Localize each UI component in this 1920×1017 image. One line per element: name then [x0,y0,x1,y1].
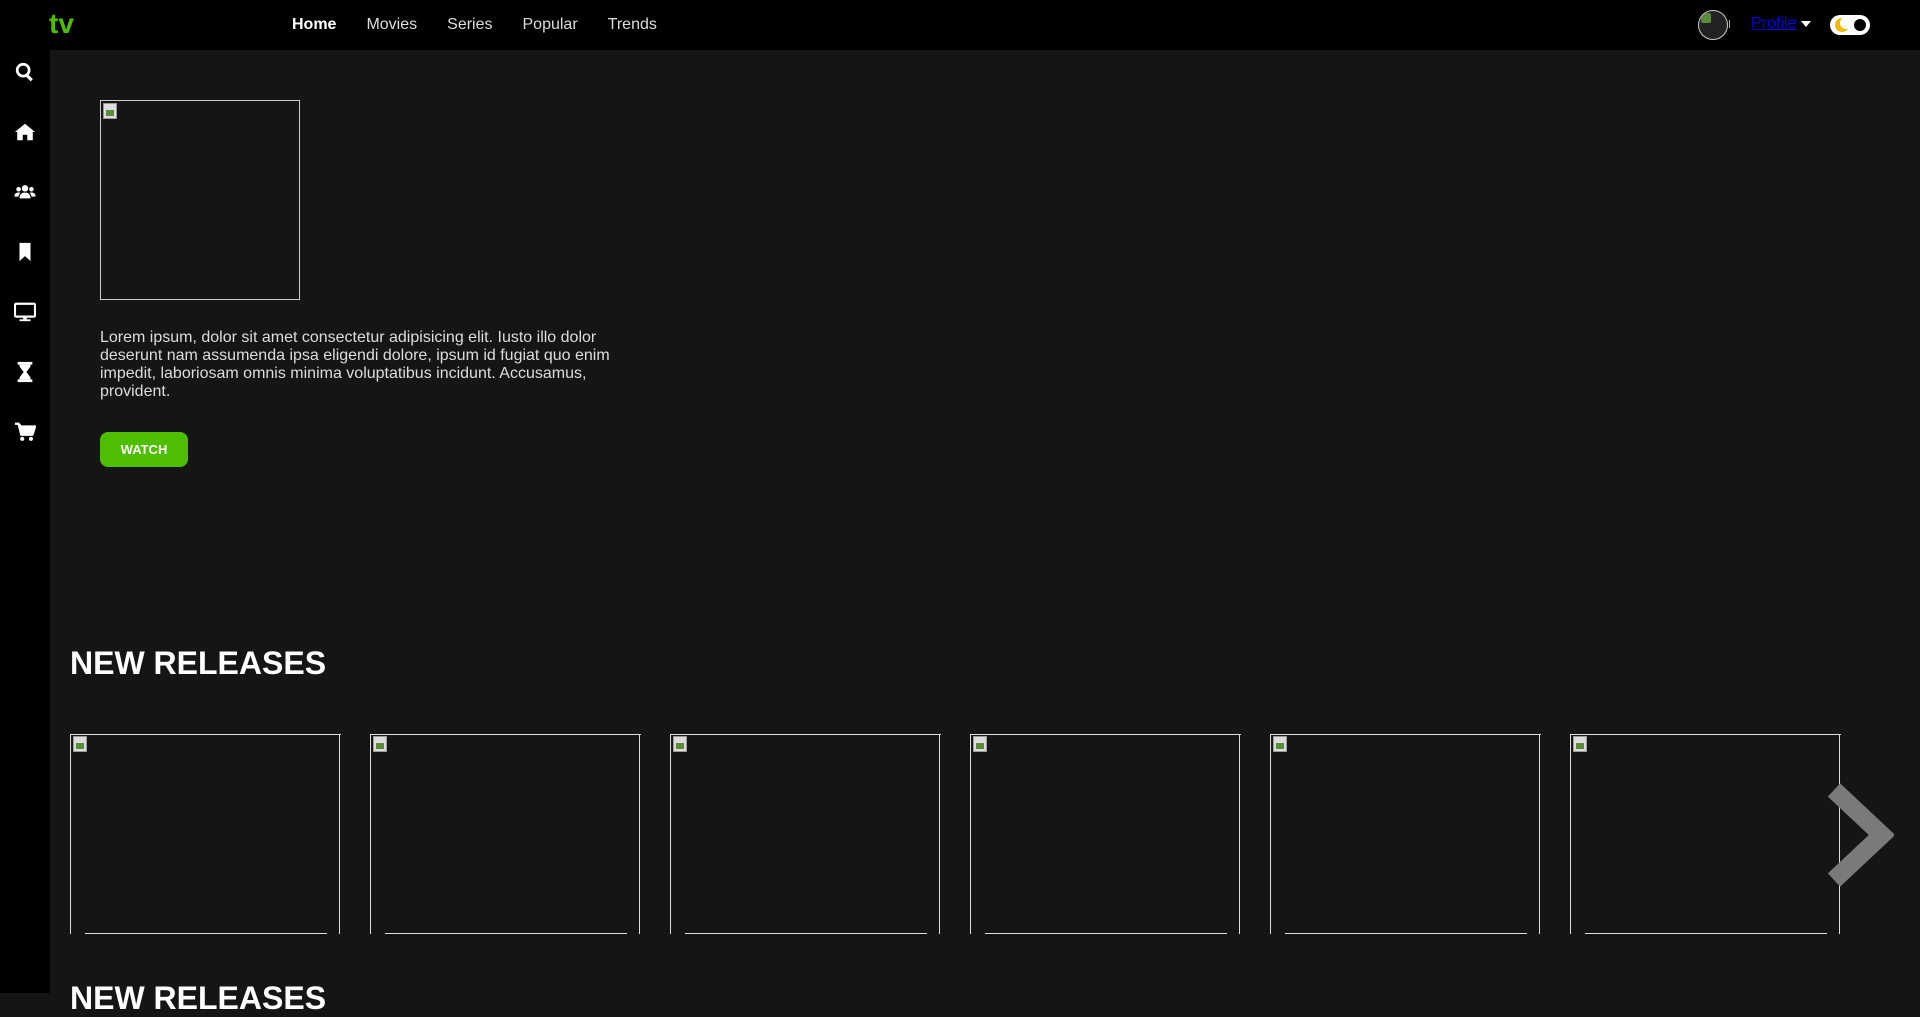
hero-description: Lorem ipsum, dolor sit amet consectetur … [100,329,610,400]
movie-card[interactable] [1570,734,1841,934]
chevron-down-icon[interactable] [1801,21,1811,27]
avatar[interactable] [1698,10,1728,40]
sidebar [0,50,50,993]
profile-link[interactable]: Profile [1751,15,1796,33]
section-title: NEW RELEASES [70,645,327,681]
search-icon[interactable] [13,60,37,84]
moon-icon [1835,17,1852,32]
bookmark-icon[interactable] [13,240,37,264]
nav-series[interactable]: Series [447,16,492,34]
tv-icon[interactable] [13,300,37,324]
nav-popular[interactable]: Popular [523,16,578,34]
nav-movies[interactable]: Movies [366,16,417,34]
broken-image-icon [1273,736,1287,752]
logo[interactable]: tv [49,8,74,40]
nav-home[interactable]: Home [292,16,336,34]
movie-card[interactable] [1270,734,1541,934]
broken-image-icon [1573,736,1587,752]
cart-icon[interactable] [13,420,37,444]
broken-image-icon [73,736,87,752]
divider [1729,20,1730,28]
users-icon[interactable] [13,180,37,204]
theme-toggle[interactable] [1830,15,1870,35]
watch-button[interactable]: WATCH [100,432,188,467]
nav-trends[interactable]: Trends [608,16,657,34]
main-menu: Home Movies Series Popular Trends [292,0,687,50]
broken-image-icon [103,103,117,119]
hourglass-icon[interactable] [13,360,37,384]
broken-image-icon [373,736,387,752]
hero-poster [100,100,300,300]
broken-image-icon [673,736,687,752]
home-icon[interactable] [13,120,37,144]
chevron-right-icon[interactable] [1822,780,1896,890]
section-title: NEW RELEASES [70,980,327,1016]
movie-card[interactable] [70,734,341,934]
broken-image-icon [973,736,987,752]
movie-card[interactable] [970,734,1241,934]
top-navbar: tv Home Movies Series Popular Trends Pro… [0,0,1920,50]
movie-card[interactable] [370,734,641,934]
movie-card[interactable] [670,734,941,934]
toggle-knob [1852,17,1868,33]
